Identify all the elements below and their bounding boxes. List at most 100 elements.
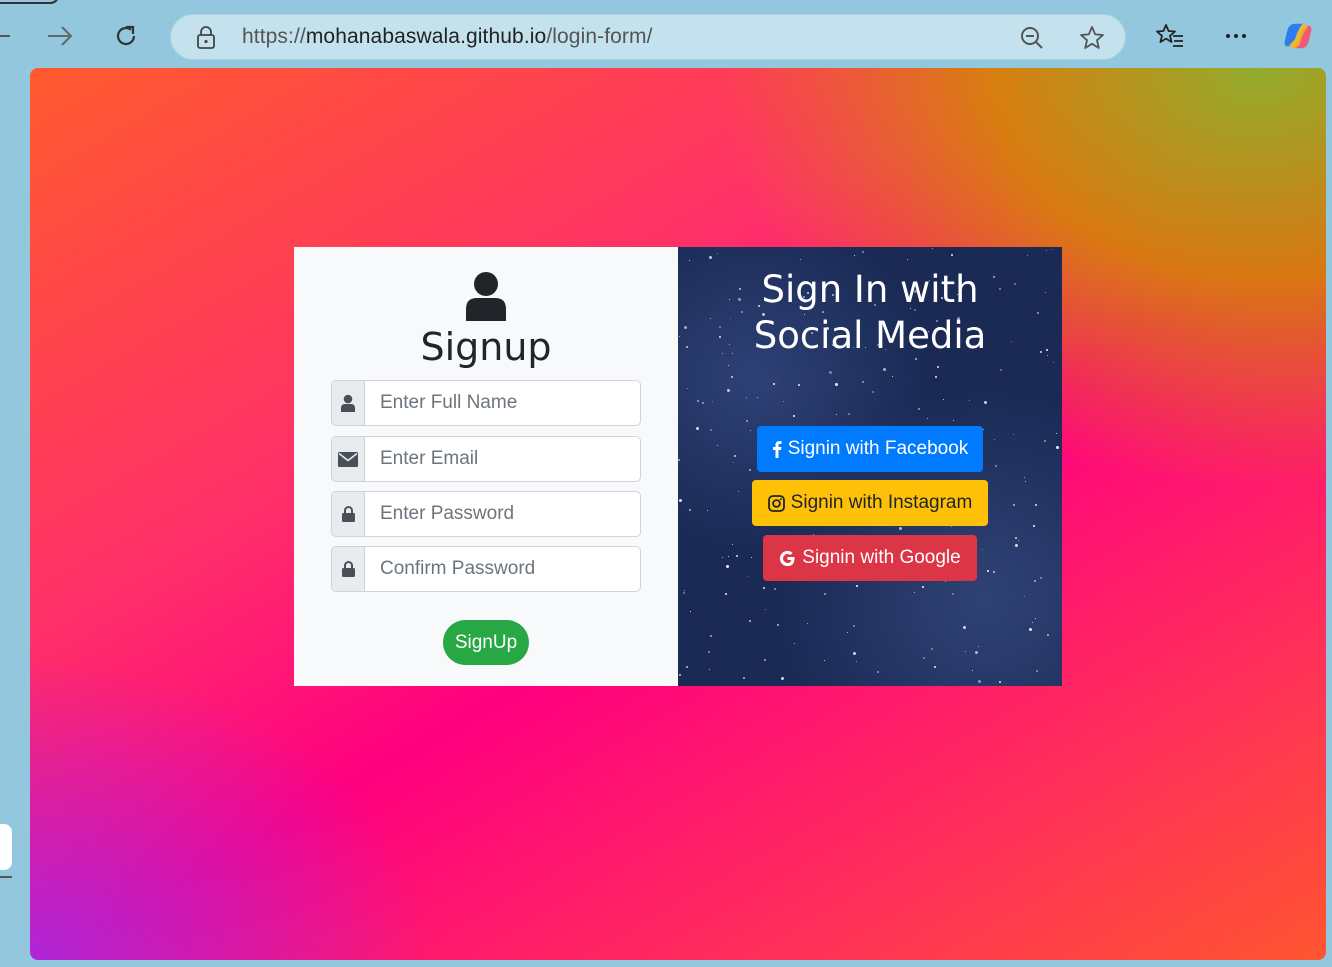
zoom-out-icon[interactable] bbox=[1019, 25, 1045, 55]
signup-button[interactable]: SignUp bbox=[443, 620, 529, 665]
email-group bbox=[331, 436, 641, 482]
star-dot bbox=[1056, 446, 1059, 449]
facebook-label: Signin with Facebook bbox=[787, 438, 969, 459]
star-dot bbox=[746, 420, 748, 422]
refresh-icon[interactable] bbox=[110, 20, 142, 52]
side-panel-tab[interactable] bbox=[0, 824, 12, 870]
page-viewport: Signup Enter Full Name Enter Email SignU… bbox=[30, 68, 1326, 960]
star-dot bbox=[696, 427, 699, 430]
forward-arrow-icon[interactable] bbox=[44, 20, 76, 52]
back-icon[interactable] bbox=[0, 20, 18, 52]
password-input[interactable] bbox=[364, 491, 641, 537]
password-group bbox=[331, 491, 641, 537]
url-path: /login-form/ bbox=[546, 25, 653, 48]
star-dot bbox=[690, 611, 691, 612]
instagram-label: Signin with Instagram bbox=[790, 492, 973, 513]
star-dot bbox=[712, 401, 713, 402]
star-dot bbox=[872, 391, 874, 393]
full-name-input[interactable] bbox=[364, 380, 641, 426]
star-dot bbox=[1051, 249, 1052, 250]
star-dot bbox=[1033, 525, 1035, 527]
star-dot bbox=[952, 593, 954, 595]
star-dot bbox=[1029, 628, 1032, 631]
instagram-signin-button[interactable]: Signin with Instagram bbox=[752, 480, 988, 526]
star-dot bbox=[984, 401, 987, 404]
star-dot bbox=[932, 248, 933, 249]
star-dot bbox=[702, 402, 704, 404]
star-dot bbox=[749, 469, 751, 471]
star-dot bbox=[686, 666, 688, 668]
favorites-list-icon[interactable] bbox=[1154, 20, 1186, 52]
star-dot bbox=[733, 462, 734, 463]
star-dot bbox=[710, 635, 712, 637]
star-dot bbox=[728, 365, 729, 366]
address-bar[interactable]: https://mohanabaswala.github.io/login-fo… bbox=[170, 14, 1126, 60]
signup-panel: Signup Enter Full Name Enter Email SignU… bbox=[294, 247, 678, 686]
star-dot bbox=[738, 491, 739, 492]
email-input[interactable] bbox=[364, 436, 641, 482]
star-dot bbox=[708, 651, 710, 653]
user-avatar-icon bbox=[466, 272, 506, 321]
star-dot bbox=[748, 576, 749, 577]
star-dot bbox=[749, 620, 751, 622]
star-dot bbox=[751, 557, 752, 558]
star-dot bbox=[935, 376, 937, 378]
star-dot bbox=[1046, 250, 1047, 251]
url-text[interactable]: https://mohanabaswala.github.io/login-fo… bbox=[242, 25, 653, 49]
google-signin-button[interactable]: Signin with Google bbox=[763, 535, 977, 581]
star-dot bbox=[722, 557, 723, 558]
star-dot bbox=[883, 368, 886, 371]
lock-icon[interactable] bbox=[195, 26, 217, 54]
star-dot bbox=[1034, 580, 1036, 582]
star-dot bbox=[763, 587, 765, 589]
star-dot bbox=[975, 651, 978, 654]
star-dot bbox=[726, 565, 729, 568]
star-dot bbox=[1056, 433, 1057, 434]
star-dot bbox=[697, 400, 699, 402]
star-dot bbox=[717, 253, 718, 254]
star-dot bbox=[1025, 481, 1026, 482]
star-dot bbox=[1024, 477, 1025, 478]
star-dot bbox=[983, 429, 984, 430]
star-dot bbox=[994, 439, 995, 440]
star-dot bbox=[777, 624, 779, 626]
more-options-icon[interactable] bbox=[1220, 20, 1252, 52]
star-dot bbox=[746, 397, 747, 398]
star-dot bbox=[856, 661, 857, 662]
star-dot bbox=[710, 429, 712, 431]
star-dot bbox=[1013, 434, 1014, 435]
star-dot bbox=[999, 681, 1001, 683]
star-dot bbox=[853, 652, 856, 655]
star-dot bbox=[773, 383, 775, 385]
star-dot bbox=[862, 251, 864, 253]
star-dot bbox=[934, 666, 936, 668]
lock-icon bbox=[331, 491, 364, 537]
star-dot bbox=[987, 570, 989, 572]
star-dot bbox=[931, 648, 933, 650]
star-dot bbox=[736, 555, 738, 557]
social-title-line2: Social Media bbox=[753, 314, 987, 357]
star-dot bbox=[683, 592, 685, 594]
star-dot bbox=[687, 388, 688, 389]
user-icon bbox=[331, 380, 364, 426]
confirm-password-group bbox=[331, 546, 641, 592]
star-dot bbox=[707, 510, 708, 511]
google-label: Signin with Google bbox=[802, 547, 961, 568]
star-dot bbox=[978, 646, 979, 647]
facebook-signin-button[interactable]: Signin with Facebook bbox=[757, 426, 983, 472]
star-dot bbox=[856, 585, 858, 587]
browser-toolbar: https://mohanabaswala.github.io/login-fo… bbox=[0, 0, 1332, 66]
star-dot bbox=[800, 259, 801, 260]
facebook-icon bbox=[772, 441, 782, 458]
favorite-star-icon[interactable] bbox=[1078, 24, 1106, 56]
confirm-password-input[interactable] bbox=[364, 546, 641, 592]
lock-icon bbox=[331, 546, 364, 592]
star-dot bbox=[1024, 596, 1025, 597]
url-scheme: https:// bbox=[242, 25, 306, 48]
star-dot bbox=[679, 674, 681, 676]
tab-edge[interactable] bbox=[0, 0, 60, 4]
star-dot bbox=[727, 389, 730, 392]
star-dot bbox=[943, 399, 944, 400]
copilot-icon[interactable] bbox=[1282, 20, 1314, 52]
star-dot bbox=[963, 626, 966, 629]
